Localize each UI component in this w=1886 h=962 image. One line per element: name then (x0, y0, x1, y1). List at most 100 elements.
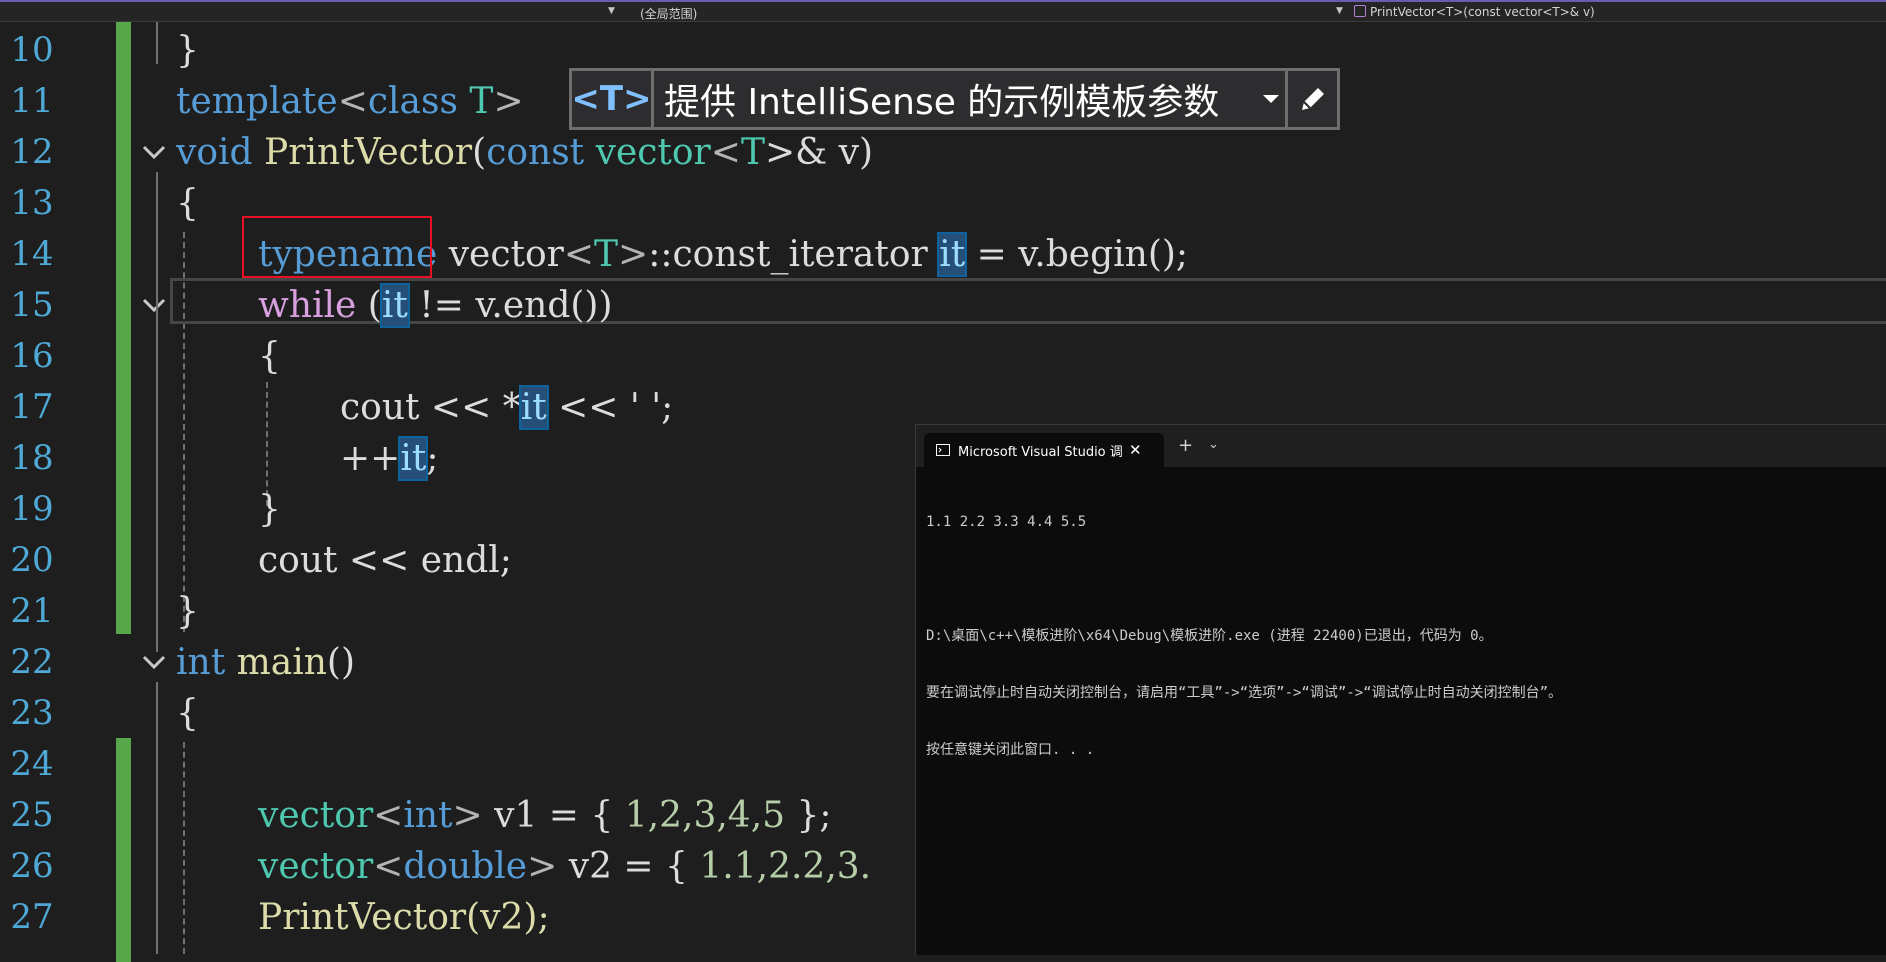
intellisense-template-bar[interactable]: <T> 提供 IntelliSense 的示例模板参数 (569, 68, 1340, 130)
line-number: 16 (10, 336, 54, 376)
code-line[interactable]: } (176, 586, 199, 637)
keyword-int: int (176, 642, 226, 683)
change-indicator-bar (116, 738, 131, 962)
debug-console-window[interactable]: Microsoft Visual Studio 调试控制台 ✕ + ⌄ 1.1 … (915, 424, 1886, 955)
code-line[interactable]: template<class T> (176, 76, 524, 127)
console-tab-title: Microsoft Visual Studio 调试控制台 (958, 444, 1123, 460)
dropdown-arrow-icon[interactable]: ▼ (608, 6, 615, 16)
code-line[interactable]: while (it != v.end()) (258, 280, 613, 331)
type-name: vector (258, 846, 374, 887)
code-line[interactable]: void PrintVector(const vector<T>& v) (176, 127, 873, 178)
line-number: 22 (10, 642, 54, 682)
line-number: 19 (10, 489, 54, 529)
line-number: 14 (10, 234, 54, 274)
highlighted-identifier: it (398, 436, 429, 481)
code-line[interactable]: { (258, 331, 281, 382)
collapse-chevron-icon[interactable] (140, 138, 168, 166)
collapse-chevron-icon[interactable] (140, 648, 168, 676)
type-name: vector (584, 132, 711, 173)
function-call: PrintVector(v2); (258, 897, 550, 938)
token: << ' '; (546, 387, 674, 428)
line-number: 23 (10, 693, 54, 733)
line-number: 11 (10, 81, 54, 121)
line-number: 17 (10, 387, 54, 427)
token: ::const_iterator (648, 234, 940, 275)
token: < (563, 234, 595, 275)
token: < (373, 846, 404, 887)
type-param: T (740, 132, 765, 173)
console-line: 要在调试停止时自动关闭控制台，请启用“工具”->“选项”->“调试”->“调试停… (926, 685, 1562, 701)
type-param: T (594, 234, 619, 275)
template-param-description: 提供 IntelliSense 的示例模板参数 (664, 82, 1220, 123)
keyword-class: class (367, 81, 458, 122)
console-titlebar: Microsoft Visual Studio 调试控制台 ✕ + ⌄ (916, 425, 1886, 467)
token: < (373, 795, 404, 836)
template-param-label: <T> (571, 71, 654, 127)
token: > (493, 81, 524, 122)
token: () (326, 642, 356, 683)
console-output: 1.1 2.2 3.3 4.4 5.5 D:\桌面\c++\模板进阶\x64\D… (926, 475, 1562, 798)
token: < (710, 132, 741, 173)
code-line[interactable]: cout << *it << ' '; (340, 382, 673, 433)
highlighted-identifier: it (937, 232, 968, 277)
console-line: 1.1 2.2 3.3 4.4 5.5 (926, 514, 1087, 530)
brace: } (176, 30, 199, 71)
keyword-double: double (403, 846, 528, 887)
brace: } (176, 591, 199, 632)
token: ; (426, 438, 439, 479)
function-name: PrintVector (252, 132, 473, 173)
scope-dropdown[interactable]: (全局范围) (640, 5, 697, 22)
brace: { (258, 336, 281, 377)
navigation-bar: ▼ (全局范围) ▼ PrintVector<T>(const vector<T… (0, 0, 1886, 22)
chevron-down-icon[interactable]: ⌄ (1208, 437, 1219, 452)
console-line: D:\桌面\c++\模板进阶\x64\Debug\模板进阶.exe (进程 22… (926, 628, 1493, 644)
token: }; (785, 795, 832, 836)
token: < (337, 81, 368, 122)
function-dropdown[interactable]: PrintVector<T>(const vector<T>& v) (1354, 5, 1595, 19)
collapse-chevron-icon[interactable] (140, 291, 168, 319)
line-number: 18 (10, 438, 54, 478)
scope-line (156, 330, 158, 550)
console-line: 按任意键关闭此窗口. . . (926, 742, 1095, 758)
line-number: 10 (10, 30, 54, 70)
line-number: 12 (10, 132, 54, 172)
type-name: vector (258, 795, 374, 836)
scope-line (156, 682, 158, 954)
brace: } (258, 489, 281, 530)
new-tab-plus-icon[interactable]: + (1178, 435, 1193, 456)
code-line[interactable]: { (176, 178, 199, 229)
change-indicator-bar (116, 22, 131, 634)
code-line[interactable]: cout << endl; (258, 535, 512, 586)
function-dropdown-label: PrintVector<T>(const vector<T>& v) (1370, 5, 1595, 19)
token: > (618, 234, 649, 275)
code-line[interactable]: { (176, 688, 199, 739)
code-line[interactable]: int main() (176, 637, 355, 688)
code-line[interactable]: } (258, 484, 281, 535)
line-number: 13 (10, 183, 54, 223)
token: v2 = { (557, 846, 700, 887)
dropdown-arrow-icon[interactable]: ▼ (1336, 6, 1343, 16)
token: ( (356, 285, 382, 326)
token: = v.begin(); (965, 234, 1189, 275)
token: > (452, 795, 483, 836)
close-icon[interactable]: ✕ (1129, 441, 1142, 459)
console-tab[interactable]: Microsoft Visual Studio 调试控制台 ✕ (924, 433, 1164, 467)
code-line[interactable]: vector<int> v1 = { 1,2,3,4,5 }; (258, 790, 832, 841)
highlighted-identifier: it (518, 385, 549, 430)
token: ++ (340, 438, 401, 479)
brace: { (176, 183, 199, 224)
code-line[interactable]: PrintVector(v2); (258, 892, 550, 943)
function-name: main (225, 642, 327, 683)
code-line[interactable]: } (176, 25, 199, 76)
annotation-red-box (242, 216, 432, 278)
code-line[interactable]: ++it; (340, 433, 438, 484)
dropdown-arrow-icon[interactable] (1257, 93, 1285, 105)
edit-pencil-icon[interactable] (1285, 71, 1337, 127)
number-literal: 1,2,3,4,5 (624, 795, 786, 836)
token: v1 = { (482, 795, 625, 836)
scope-line (156, 22, 158, 64)
line-number: 21 (10, 591, 54, 631)
token: cout << endl; (258, 540, 512, 581)
code-line[interactable]: vector<double> v2 = { 1.1,2.2,3. (258, 841, 871, 892)
